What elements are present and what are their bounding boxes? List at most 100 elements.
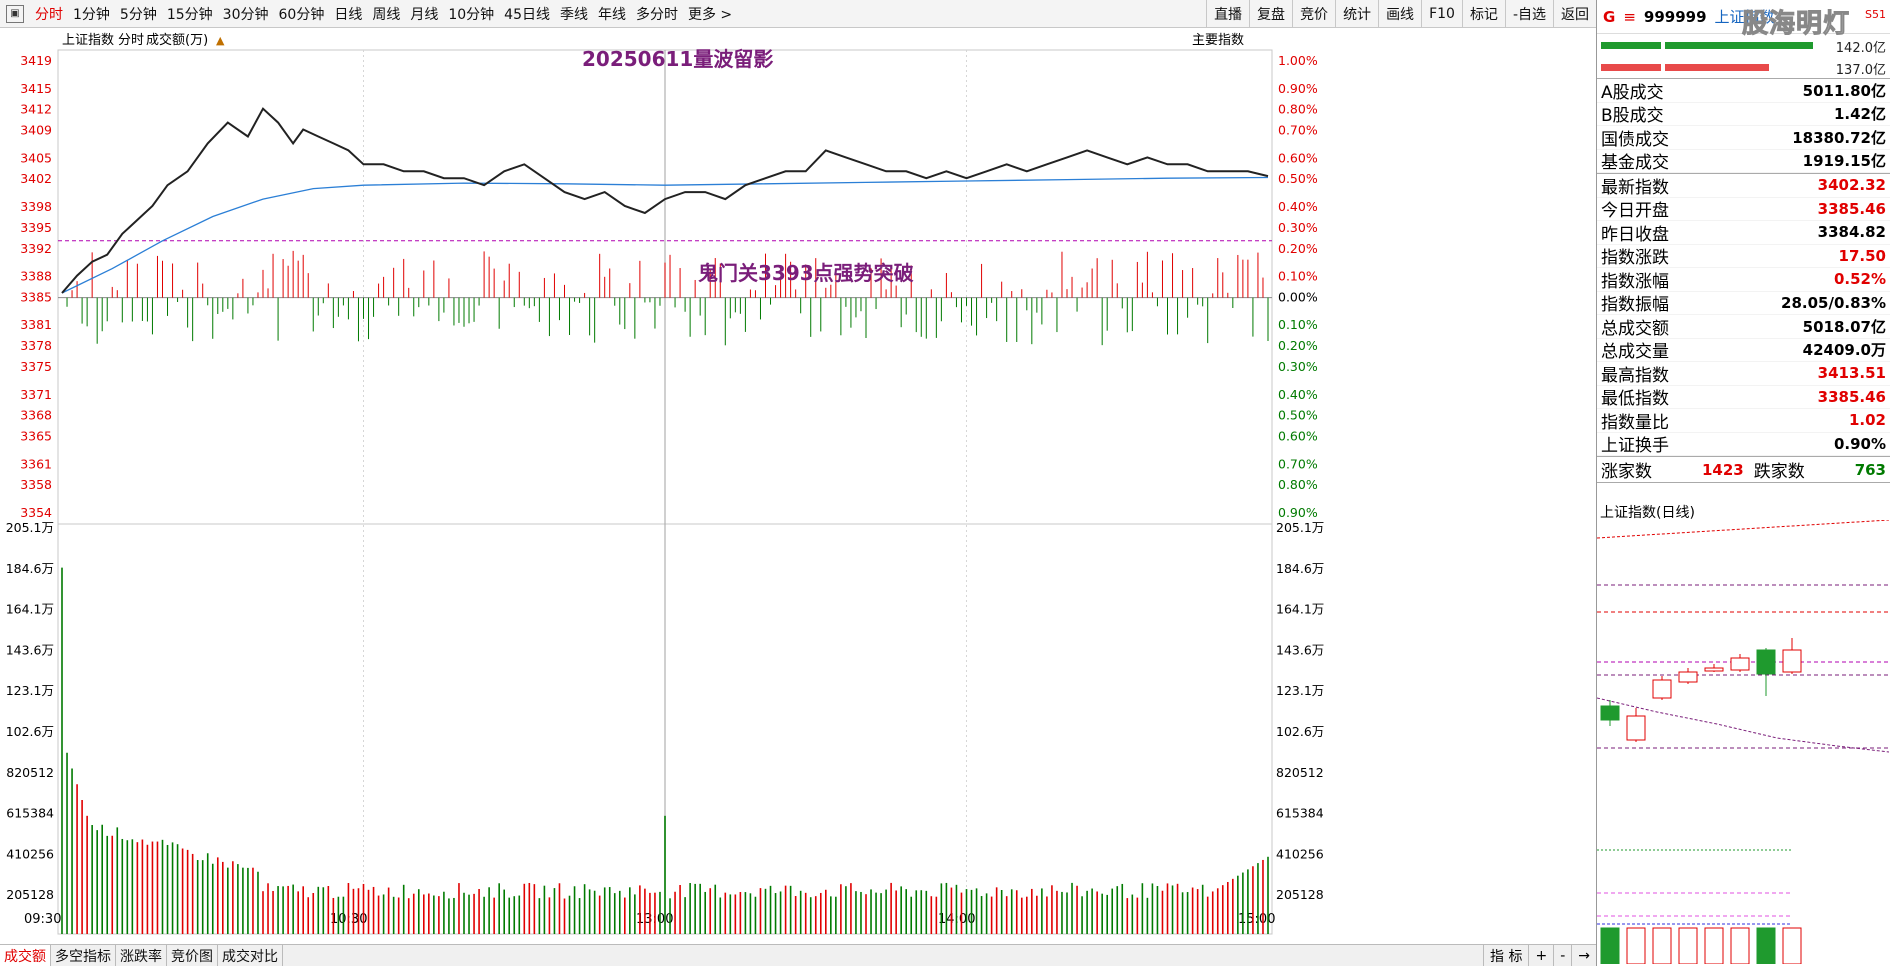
stat-value: 17.50 — [1838, 246, 1886, 265]
period-toolbar: ▣ 分时 1分钟 5分钟 15分钟 30分钟 60分钟 日线 周线 月线 10分钟 45日线 季线 年线… — [0, 0, 1596, 28]
toolbar-button-2[interactable]: 竞价 — [1292, 0, 1335, 27]
indicator-tab-2[interactable]: 涨跌率 — [116, 945, 167, 966]
mini-candle-body — [1600, 705, 1620, 721]
stat-row: 上证换手 0.90% — [1597, 433, 1890, 457]
intraday-chart[interactable]: 上证指数 分时 成交额(万) ▲ 主要指数 3419 1.00% 3415 0.90% 3412 0… — [0, 28, 1596, 944]
volume-axis-label-right: 820512 — [1276, 765, 1324, 780]
indicator-tab-4[interactable]: 成交对比 — [218, 945, 283, 966]
price-axis-label: 3354 — [20, 505, 52, 520]
price-axis-label: 3415 — [20, 81, 52, 96]
up-count-value: 1423 — [1701, 460, 1744, 479]
stat-value: 18380.72亿 — [1792, 128, 1886, 147]
indicator-control-3[interactable]: → — [1571, 945, 1596, 966]
stat-label: 最新指数 — [1601, 177, 1669, 198]
pct-axis-label: 0.30% — [1278, 220, 1318, 235]
stat-value: 1.42亿 — [1833, 105, 1886, 124]
toolbar-button-5[interactable]: F10 — [1421, 0, 1462, 27]
stat-row: B股成交 1.42亿 — [1597, 103, 1890, 127]
price-axis-label: 3358 — [20, 477, 52, 492]
toolbar-button-4[interactable]: 画线 — [1378, 0, 1421, 27]
indicator-control-1[interactable]: + — [1528, 945, 1553, 966]
toolbar-button-8[interactable]: 返回 — [1553, 0, 1596, 27]
mini-volume-bar — [1730, 927, 1750, 964]
price-axis-label: 3398 — [20, 199, 52, 214]
stat-row: 今日开盘 3385.46 — [1597, 198, 1890, 222]
chart-mode-label: 分时 — [118, 33, 144, 48]
period-tab-12[interactable]: 年线 — [593, 0, 631, 27]
price-axis-label: 3385 — [20, 289, 52, 304]
stat-label: B股成交 — [1601, 106, 1664, 127]
mini-kline-chart[interactable] — [1597, 520, 1889, 964]
price-axis-label: 3402 — [20, 171, 52, 186]
toolbar-button-1[interactable]: 复盘 — [1249, 0, 1292, 27]
price-axis-label: 3388 — [20, 269, 52, 284]
stat-row: 指数涨幅 0.52% — [1597, 268, 1890, 292]
toolbar-button-7[interactable]: -自选 — [1504, 0, 1553, 27]
indicator-controls: 指 标 + - → — [1483, 945, 1596, 966]
stat-row: 指数振幅 28.05/0.83% — [1597, 292, 1890, 315]
period-tab-13[interactable]: 多分时 — [631, 0, 683, 27]
chart-index-label: 上证指数 — [62, 33, 114, 48]
stat-label: A股成交 — [1601, 82, 1664, 103]
mini-kline-title: 上证指数(日线) — [1600, 505, 1695, 521]
period-tab-9[interactable]: 10分钟 — [443, 0, 499, 27]
stat-value: 1919.15亿 — [1802, 152, 1886, 171]
pct-axis-label: 0.00% — [1278, 289, 1318, 304]
period-tab-6[interactable]: 日线 — [329, 0, 367, 27]
stat-label: 今日开盘 — [1601, 201, 1669, 222]
stat-value: 3384.82 — [1817, 223, 1886, 242]
period-tab-7[interactable]: 周线 — [367, 0, 405, 27]
menu-icon[interactable]: ≡ — [1623, 8, 1636, 26]
mini-volume-bar — [1678, 927, 1698, 964]
period-tab-2[interactable]: 5分钟 — [115, 0, 162, 27]
toolbar-button-3[interactable]: 统计 — [1335, 0, 1378, 27]
volume-axis-label: 184.6万 — [6, 561, 54, 576]
stat-label: 上证换手 — [1601, 436, 1669, 457]
stat-label: 最高指数 — [1601, 365, 1669, 386]
period-tab-1[interactable]: 1分钟 — [68, 0, 115, 27]
panel-toggle-icon[interactable]: ▣ — [6, 4, 24, 23]
period-tab-8[interactable]: 月线 — [405, 0, 443, 27]
period-tab-0[interactable]: 分时 — [30, 0, 68, 27]
mini-volume-bar — [1652, 927, 1672, 964]
stat-row: 最低指数 3385.46 — [1597, 386, 1890, 410]
pct-axis-label: 0.90% — [1278, 81, 1318, 96]
security-code: 999999 — [1643, 7, 1707, 26]
time-axis-label: 09:30 — [24, 912, 61, 927]
stat-value: 3402.32 — [1817, 176, 1886, 195]
stat-value: 3385.46 — [1817, 387, 1886, 406]
period-tab-11[interactable]: 季线 — [555, 0, 593, 27]
period-tab-4[interactable]: 30分钟 — [218, 0, 274, 27]
toolbar-button-6[interactable]: 标记 — [1461, 0, 1505, 27]
alert-icon: ▲ — [216, 34, 225, 47]
stat-label: 指数涨幅 — [1601, 271, 1669, 292]
mini-trend-line — [1597, 520, 1889, 539]
sell-strength-value: 137.0亿 — [1835, 63, 1886, 78]
indicator-tab-0[interactable]: 成交额 — [0, 945, 51, 966]
stat-label: 昨日收盘 — [1601, 224, 1669, 245]
group-flag[interactable]: G — [1603, 8, 1615, 26]
volume-axis-label-right: 410256 — [1276, 846, 1324, 861]
stat-label: 国债成交 — [1601, 129, 1669, 150]
volume-axis-label-right: 143.6万 — [1276, 642, 1324, 657]
toolbar-button-0[interactable]: 直播 — [1206, 0, 1249, 27]
indicator-tab-1[interactable]: 多空指标 — [51, 945, 116, 966]
mini-volume-bar — [1782, 927, 1802, 964]
indicator-control-2[interactable]: - — [1553, 945, 1571, 966]
price-axis-label: 3419 — [20, 53, 52, 68]
stat-row: 指数量比 1.02 — [1597, 409, 1890, 433]
stat-value: 28.05/0.83% — [1781, 293, 1886, 312]
period-tab-3[interactable]: 15分钟 — [162, 0, 218, 27]
period-tab-10[interactable]: 45日线 — [499, 0, 555, 27]
stat-row: 指数涨跌 17.50 — [1597, 245, 1890, 268]
mini-candle-body — [1704, 667, 1724, 672]
price-axis-label: 3409 — [20, 123, 52, 138]
volume-axis-label: 143.6万 — [6, 642, 54, 657]
stat-label: 最低指数 — [1601, 389, 1669, 410]
period-tab-14[interactable]: 更多 > — [683, 0, 737, 27]
volume-axis-label: 820512 — [6, 765, 54, 780]
period-tab-5[interactable]: 60分钟 — [274, 0, 330, 27]
indicator-control-0[interactable]: 指 标 — [1483, 945, 1528, 966]
pct-axis-label: 0.70% — [1278, 456, 1318, 471]
indicator-tab-3[interactable]: 竞价图 — [167, 945, 218, 966]
